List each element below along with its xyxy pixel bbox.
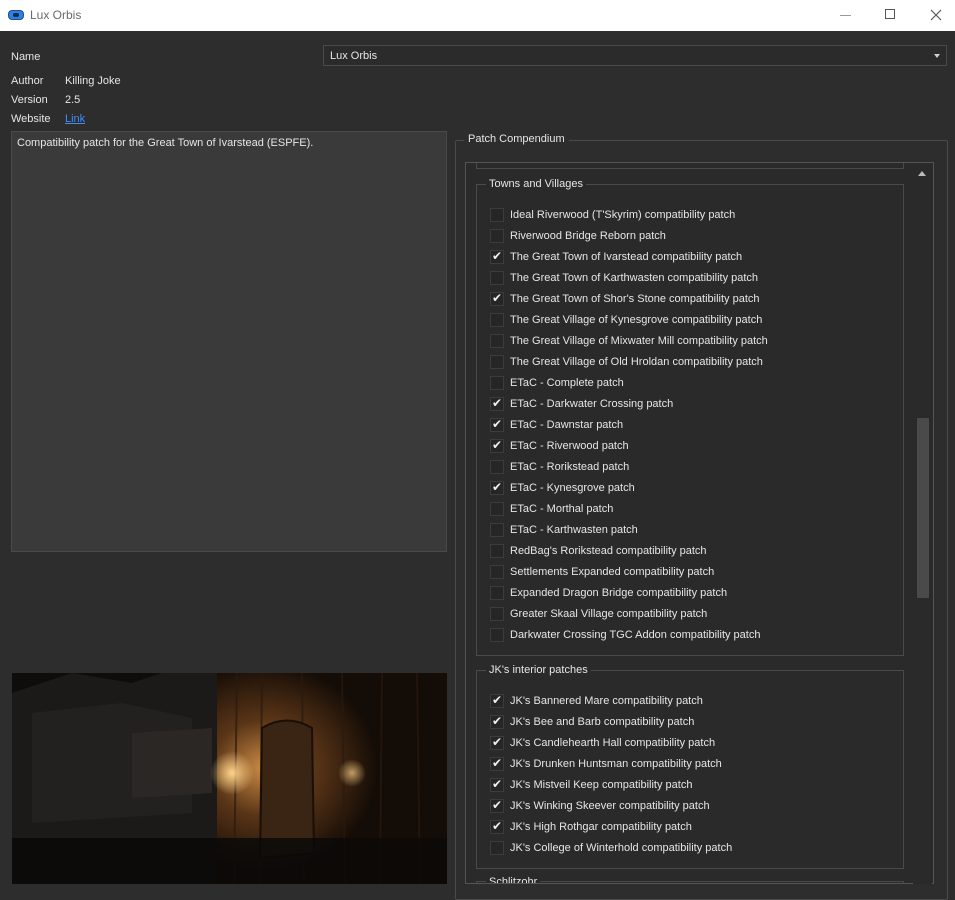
minimize-icon[interactable] — [822, 0, 868, 31]
preview-image — [12, 673, 447, 884]
option-label: Settlements Expanded compatibility patch — [510, 566, 715, 578]
website-link[interactable]: Link — [65, 113, 85, 125]
checkbox-checked[interactable] — [490, 396, 504, 411]
checkbox[interactable] — [490, 607, 504, 621]
checkbox[interactable] — [490, 502, 504, 516]
option-label: JK's College of Winterhold compatibility… — [510, 842, 733, 854]
name-dropdown-value: Lux Orbis — [330, 50, 378, 62]
option-label: The Great Village of Mixwater Mill compa… — [510, 335, 768, 347]
checkbox[interactable] — [490, 565, 504, 579]
option-label: ETaC - Rorikstead patch — [510, 461, 630, 473]
checkbox-checked[interactable] — [490, 714, 504, 729]
name-label: Name — [11, 51, 41, 63]
option-label: RedBag's Rorikstead compatibility patch — [510, 545, 707, 557]
option-label: Darkwater Crossing TGC Addon compatibili… — [510, 629, 761, 641]
window-title: Lux Orbis — [30, 8, 82, 22]
previous-group-frame — [476, 163, 904, 169]
option-label: The Great Town of Karthwasten compatibil… — [510, 272, 759, 284]
checkbox-checked[interactable] — [490, 798, 504, 813]
maximize-icon[interactable] — [867, 0, 913, 31]
option-label: JK's Drunken Huntsman compatibility patc… — [510, 758, 722, 770]
checkbox[interactable] — [490, 271, 504, 285]
option-label: JK's Candlehearth Hall compatibility pat… — [510, 737, 716, 749]
checkbox[interactable] — [490, 628, 504, 642]
option-label: JK's High Rothgar compatibility patch — [510, 821, 692, 833]
checkbox-checked[interactable] — [490, 291, 504, 306]
option-label: ETaC - Karthwasten patch — [510, 524, 638, 536]
checkbox[interactable] — [490, 313, 504, 327]
checkbox[interactable] — [490, 355, 504, 369]
checkbox[interactable] — [490, 376, 504, 390]
lux-orbis-icon — [8, 10, 24, 20]
chevron-down-icon — [934, 54, 940, 58]
website-label: Website — [11, 113, 51, 125]
option-label: JK's Bannered Mare compatibility patch — [510, 695, 703, 707]
description-text: Compatibility patch for the Great Town o… — [17, 137, 314, 149]
checkbox-checked[interactable] — [490, 735, 504, 750]
option-label: ETaC - Dawnstar patch — [510, 419, 624, 431]
compendium-scroll-area[interactable]: Towns and Villages Ideal Riverwood (T'Sk… — [465, 162, 934, 884]
author-value: Killing Joke — [65, 75, 121, 87]
checkbox[interactable] — [490, 229, 504, 243]
checkbox[interactable] — [490, 586, 504, 600]
compendium-scrollbar[interactable] — [913, 163, 932, 884]
option-label: Riverwood Bridge Reborn patch — [510, 230, 666, 242]
group-schlitzohr-title: Schlitzohr — [486, 876, 541, 883]
group-jk-interior-patches-title: JK's interior patches — [486, 664, 591, 676]
checkbox-checked[interactable] — [490, 777, 504, 792]
option-label: The Great Village of Old Hroldan compati… — [510, 356, 763, 368]
scrollbar-thumb[interactable] — [917, 418, 929, 598]
checkbox-checked[interactable] — [490, 249, 504, 264]
option-label: JK's Winking Skeever compatibility patch — [510, 800, 710, 812]
checkbox[interactable] — [490, 460, 504, 474]
version-label: Version — [11, 94, 48, 106]
author-label: Author — [11, 75, 44, 87]
compendium-title: Patch Compendium — [464, 133, 569, 145]
group-towns-and-villages-title: Towns and Villages — [486, 178, 586, 190]
option-label: ETaC - Darkwater Crossing patch — [510, 398, 674, 410]
option-label: The Great Town of Ivarstead compatibilit… — [510, 251, 743, 263]
option-label: JK's Mistveil Keep compatibility patch — [510, 779, 693, 791]
name-dropdown[interactable]: Lux Orbis — [323, 45, 947, 66]
title-bar: Lux Orbis — [0, 0, 955, 31]
checkbox-checked[interactable] — [490, 819, 504, 834]
option-label: ETaC - Riverwood patch — [510, 440, 629, 452]
checkbox[interactable] — [490, 544, 504, 558]
checkbox-checked[interactable] — [490, 693, 504, 708]
checkbox-checked[interactable] — [490, 438, 504, 453]
checkbox-checked[interactable] — [490, 756, 504, 771]
close-icon[interactable] — [912, 0, 955, 31]
option-label: ETaC - Morthal patch — [510, 503, 614, 515]
checkbox[interactable] — [490, 334, 504, 348]
option-label: Ideal Riverwood (T'Skyrim) compatibility… — [510, 209, 736, 221]
option-label: Greater Skaal Village compatibility patc… — [510, 608, 708, 620]
checkbox-checked[interactable] — [490, 480, 504, 495]
option-label: Expanded Dragon Bridge compatibility pat… — [510, 587, 728, 599]
checkbox[interactable] — [490, 523, 504, 537]
checkbox[interactable] — [490, 208, 504, 222]
version-value: 2.5 — [65, 94, 81, 106]
option-label: The Great Town of Shor's Stone compatibi… — [510, 293, 760, 305]
checkbox[interactable] — [490, 841, 504, 855]
option-label: The Great Village of Kynesgrove compatib… — [510, 314, 763, 326]
description-box: Compatibility patch for the Great Town o… — [11, 131, 447, 552]
option-label: JK's Bee and Barb compatibility patch — [510, 716, 695, 728]
option-label: ETaC - Kynesgrove patch — [510, 482, 635, 494]
checkbox-checked[interactable] — [490, 417, 504, 432]
scroll-up-arrow-icon[interactable] — [918, 171, 926, 176]
option-label: ETaC - Complete patch — [510, 377, 624, 389]
